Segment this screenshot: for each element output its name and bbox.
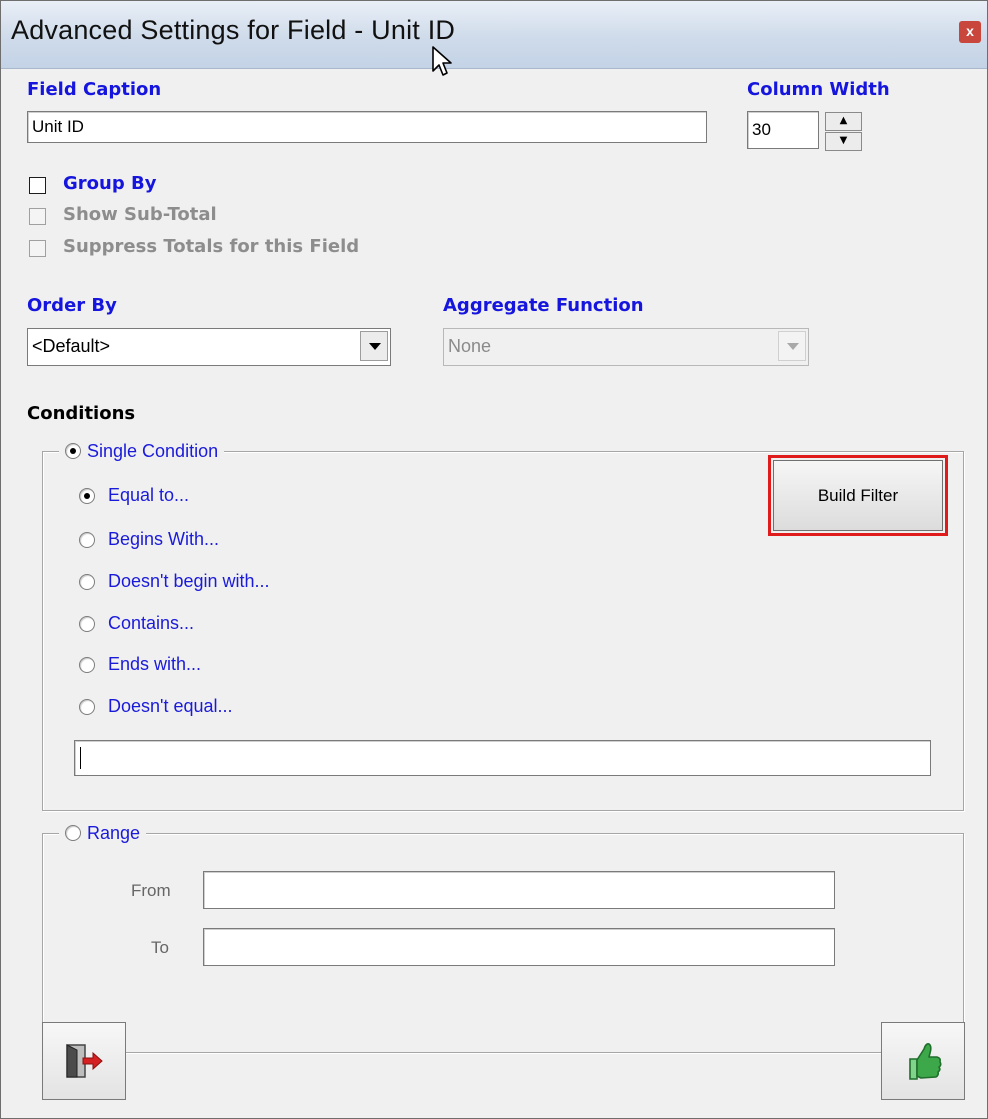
dropdown-arrow-icon[interactable]	[360, 331, 388, 361]
field-caption-input[interactable]: Unit ID	[27, 111, 707, 143]
field-caption-label: Field Caption	[27, 79, 162, 100]
order-by-label: Order By	[27, 295, 117, 316]
order-by-select[interactable]: <Default>	[27, 328, 391, 366]
range-legend: Range	[59, 823, 147, 844]
suppress-totals-checkbox[interactable]	[29, 240, 46, 257]
aggregate-function-select[interactable]: None	[443, 328, 809, 366]
condition-value-input[interactable]	[74, 740, 931, 776]
window-title: Advanced Settings for Field - Unit ID	[11, 15, 456, 45]
doesnt-equal-label: Doesn't equal...	[108, 696, 233, 716]
show-subtotal-checkbox[interactable]	[29, 208, 46, 225]
doesnt-begin-with-radio[interactable]	[79, 574, 95, 590]
exit-button[interactable]	[42, 1022, 126, 1100]
contains-radio[interactable]	[79, 616, 95, 632]
doesnt-begin-with-label: Doesn't begin with...	[108, 571, 270, 591]
begins-with-radio[interactable]	[79, 532, 95, 548]
range-label: Range	[87, 823, 141, 843]
ends-with-label: Ends with...	[108, 654, 202, 674]
column-width-input[interactable]: 30	[747, 111, 819, 149]
single-condition-radio[interactable]	[65, 443, 81, 459]
column-width-spinner[interactable]: ▲ ▼	[825, 112, 862, 151]
suppress-totals-label: Suppress Totals for this Field	[63, 236, 360, 257]
range-to-input[interactable]	[203, 928, 835, 966]
thumbs-up-icon	[909, 1043, 942, 1080]
column-width-label: Column Width	[747, 79, 890, 100]
close-button[interactable]: x	[959, 21, 981, 43]
exit-door-icon	[66, 1044, 103, 1078]
equal-to-radio[interactable]	[79, 488, 95, 504]
show-subtotal-label: Show Sub-Total	[63, 204, 217, 225]
equal-to-label: Equal to...	[108, 485, 190, 505]
aggregate-function-value: None	[448, 336, 492, 356]
mouse-pointer-icon	[432, 46, 452, 76]
range-radio[interactable]	[65, 825, 81, 841]
spin-up-icon[interactable]: ▲	[825, 112, 862, 131]
group-by-label: Group By	[63, 173, 157, 194]
from-label: From	[131, 881, 171, 900]
single-condition-legend: Single Condition	[59, 441, 225, 462]
order-by-value: <Default>	[32, 336, 111, 356]
begins-with-label: Begins With...	[108, 529, 220, 549]
to-label: To	[151, 938, 169, 957]
group-by-checkbox[interactable]	[29, 177, 46, 194]
title-bar[interactable]: Advanced Settings for Field - Unit ID x	[1, 1, 987, 69]
single-condition-label: Single Condition	[87, 441, 219, 461]
range-from-input[interactable]	[203, 871, 835, 909]
highlight-box	[768, 455, 948, 536]
contains-label: Contains...	[108, 613, 195, 633]
text-caret	[80, 747, 81, 769]
spin-down-icon[interactable]: ▼	[825, 132, 862, 151]
aggregate-function-label: Aggregate Function	[443, 295, 644, 316]
advanced-settings-dialog: Advanced Settings for Field - Unit ID x …	[0, 0, 988, 1119]
ok-button[interactable]	[881, 1022, 965, 1100]
doesnt-equal-radio[interactable]	[79, 699, 95, 715]
dropdown-arrow-icon[interactable]	[778, 331, 806, 361]
conditions-label: Conditions	[27, 403, 136, 424]
ends-with-radio[interactable]	[79, 657, 95, 673]
